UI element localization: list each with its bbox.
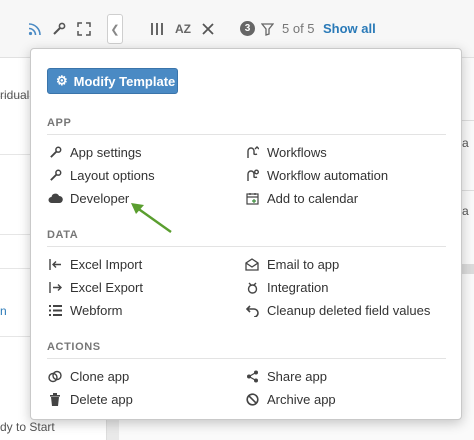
menu-item-archive-app[interactable]: Archive app — [244, 389, 336, 409]
menu-item-webform[interactable]: Webform — [47, 300, 123, 320]
menu-item-excel-export[interactable]: Excel Export — [47, 277, 143, 297]
menu-item-label: Email to app — [267, 256, 340, 272]
sort-az-icon[interactable]: AZ — [172, 18, 194, 40]
menu-item-share-app[interactable]: Share app — [244, 366, 327, 386]
cloud-icon — [47, 190, 63, 206]
green-arrow-icon — [131, 203, 172, 233]
menu-item-layout-options[interactable]: Layout options — [47, 165, 155, 185]
menu-item-app-settings[interactable]: App settings — [47, 142, 142, 162]
filter-count-badge: 3 — [240, 21, 255, 36]
menu-item-excel-import[interactable]: Excel Import — [47, 254, 142, 274]
menu-item-add-to-calendar[interactable]: Add to calendar — [244, 188, 358, 208]
item-count: 5 of 5 — [282, 21, 315, 36]
ban-icon — [244, 391, 260, 407]
section-divider — [47, 246, 446, 247]
menu-item-label: Developer — [70, 190, 130, 206]
menu-item-label: App settings — [70, 144, 142, 160]
menu-item-integration[interactable]: Integration — [244, 277, 328, 297]
menu-item-workflows[interactable]: Workflows — [244, 142, 327, 162]
app-tools-menu: ⚙ Modify Template APP App settings Layou… — [30, 48, 462, 420]
fullscreen-icon[interactable] — [73, 18, 95, 40]
menu-item-developer[interactable]: Developer — [47, 188, 129, 208]
tools-icon[interactable] — [197, 18, 219, 40]
section-divider — [47, 358, 446, 359]
import-icon — [47, 256, 63, 272]
integration-icon — [244, 279, 260, 295]
undo-icon — [244, 302, 260, 318]
menu-item-workflow-automation[interactable]: Workflow automation — [244, 165, 388, 185]
section-divider — [47, 134, 446, 135]
share-icon — [244, 368, 260, 384]
menu-item-label: Delete app — [70, 391, 133, 407]
menu-item-label: Workflow automation — [267, 167, 389, 183]
menu-item-label: Add to calendar — [267, 190, 359, 206]
calendar-icon — [244, 190, 260, 206]
show-all-link[interactable]: Show all — [323, 21, 376, 36]
menu-item-label: Archive app — [267, 391, 336, 407]
section-title-data: DATA — [47, 229, 79, 241]
rss-icon[interactable] — [24, 18, 46, 40]
right-row-text: a — [462, 204, 469, 218]
export-icon — [47, 279, 63, 295]
wrench-icon — [47, 144, 63, 160]
menu-item-label: Webform — [70, 302, 123, 318]
list-icon — [47, 302, 63, 318]
left-row-text: ridual — [0, 88, 30, 102]
left-row-text: dy to Start — [0, 420, 55, 434]
menu-item-label: Excel Export — [70, 279, 143, 295]
menu-item-label: Integration — [267, 279, 329, 295]
right-row-text: a — [462, 136, 469, 150]
wrench-icon — [47, 167, 63, 183]
menu-item-label: Cleanup deleted field values — [267, 302, 431, 318]
workflow-icon — [244, 144, 260, 160]
wrench-icon[interactable] — [48, 18, 70, 40]
chevron-left-icon: ❮ — [110, 23, 120, 36]
menu-item-label: Workflows — [267, 144, 327, 160]
columns-icon[interactable] — [146, 18, 168, 40]
automation-icon — [244, 167, 260, 183]
menu-item-label: Excel Import — [70, 256, 143, 272]
left-row-link[interactable]: n — [0, 304, 7, 318]
modify-template-button[interactable]: ⚙ Modify Template — [47, 68, 178, 94]
menu-item-label: Layout options — [70, 167, 155, 183]
menu-item-email-to-app[interactable]: Email to app — [244, 254, 339, 274]
collapse-panel-button[interactable]: ❮ — [107, 14, 123, 44]
menu-item-delete-app[interactable]: Delete app — [47, 389, 133, 409]
filter-icon[interactable] — [256, 18, 278, 40]
modify-template-label: Modify Template — [73, 73, 176, 89]
clone-icon — [47, 368, 63, 384]
menu-item-label: Clone app — [70, 368, 130, 384]
scrollbar[interactable] — [462, 264, 474, 274]
trash-icon — [47, 391, 63, 407]
gear-icon: ⚙ — [56, 73, 68, 88]
menu-item-label: Share app — [267, 368, 327, 384]
section-title-app: APP — [47, 117, 72, 129]
menu-item-cleanup-deleted-field-values[interactable]: Cleanup deleted field values — [244, 300, 430, 320]
envelope-open-icon — [244, 256, 260, 272]
section-title-actions: ACTIONS — [47, 341, 101, 353]
menu-item-clone-app[interactable]: Clone app — [47, 366, 129, 386]
